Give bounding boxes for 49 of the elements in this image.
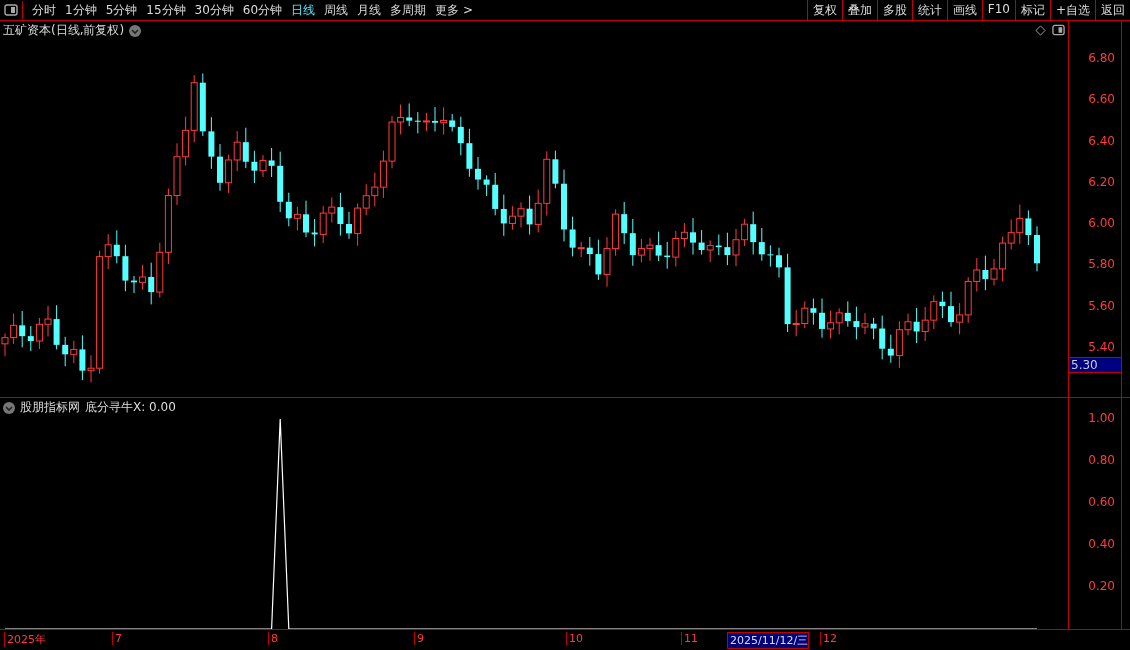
- time-axis-label: 11: [681, 632, 698, 645]
- time-axis-label: 10: [566, 632, 583, 645]
- current-price-label: 5.30: [1069, 357, 1121, 373]
- price-axis-label: 6.20: [1088, 174, 1115, 189]
- pane-title: 五矿资本(日线,前复权): [3, 22, 125, 39]
- indicator-axis-label: 0.80: [1088, 453, 1115, 467]
- price-axis-label: 6.40: [1088, 133, 1115, 148]
- toolbar-button[interactable]: 画线: [946, 0, 982, 20]
- chevron-down-icon[interactable]: [129, 24, 142, 37]
- period-tab[interactable]: 5分钟: [105, 1, 138, 19]
- period-tab[interactable]: 60分钟: [242, 1, 283, 19]
- period-tab[interactable]: 多周期: [390, 1, 427, 19]
- price-axis-label: 5.60: [1088, 298, 1115, 313]
- period-tab[interactable]: 周线: [324, 1, 349, 19]
- indicator-readout: 底分寻牛X: 0.00: [85, 399, 176, 416]
- chevron-down-icon[interactable]: [3, 401, 15, 414]
- toolbar-button[interactable]: 复权: [806, 0, 842, 20]
- diamond-icon[interactable]: [1035, 25, 1046, 36]
- time-axis-label: 9: [414, 632, 424, 645]
- period-tab[interactable]: 1分钟: [65, 1, 97, 19]
- period-tab[interactable]: 更多 >: [435, 1, 473, 19]
- toolbar-button[interactable]: F10: [981, 0, 1015, 20]
- time-axis-label: 8: [268, 632, 278, 645]
- toolbar-button[interactable]: 统计: [911, 0, 947, 20]
- period-tab[interactable]: 月线: [357, 1, 382, 19]
- price-axis-label: 5.40: [1088, 339, 1115, 354]
- price-axis-label: 5.80: [1088, 257, 1115, 272]
- toolbar-button[interactable]: 标记: [1014, 0, 1050, 20]
- indicator-axis-label: 0.40: [1088, 537, 1115, 551]
- panel-toggle-icon[interactable]: [1052, 24, 1065, 36]
- price-axis-label: 6.80: [1088, 51, 1115, 65]
- time-axis-label: 12: [820, 632, 837, 645]
- price-axis-label: 6.00: [1088, 216, 1115, 231]
- period-tab[interactable]: 日线: [291, 1, 316, 19]
- toolbar-button[interactable]: 多股: [876, 0, 912, 20]
- price-axis-label: 6.60: [1088, 92, 1115, 107]
- period-tab[interactable]: 30分钟: [194, 1, 234, 19]
- indicator-axis-label: 1.00: [1088, 411, 1115, 425]
- time-axis-label: 2025年: [4, 632, 46, 647]
- indicator-axis-label: 0.20: [1088, 579, 1115, 593]
- time-axis-label: 2025/11/12/三: [727, 632, 810, 649]
- indicator-axis-label: 0.60: [1088, 495, 1115, 509]
- period-tab[interactable]: 15分钟: [146, 1, 186, 19]
- indicator-title: 股朋指标网: [20, 399, 80, 416]
- toolbar-button[interactable]: +自选: [1049, 0, 1095, 20]
- toolbar-button[interactable]: 返回: [1095, 0, 1130, 20]
- toolbar-button[interactable]: 叠加: [841, 0, 877, 20]
- time-axis-label: 7: [112, 632, 122, 645]
- period-tab[interactable]: 分时: [32, 1, 56, 19]
